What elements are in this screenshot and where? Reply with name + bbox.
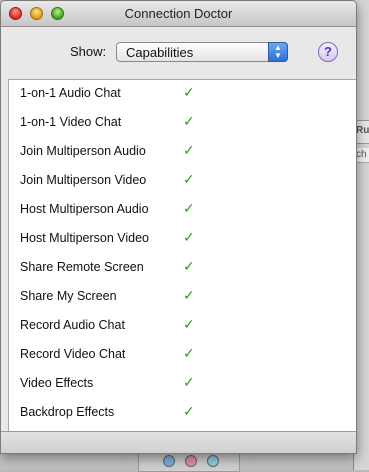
capability-label: 1-on-1 Audio Chat	[20, 86, 121, 100]
capability-label: Record Video Chat	[20, 347, 126, 361]
list-item: Video Effects ✓	[9, 370, 356, 399]
capability-label: Record Audio Chat	[20, 318, 125, 332]
capability-label: Join Multiperson Video	[20, 173, 147, 187]
buddy-face-icon	[207, 455, 219, 467]
checkmark-icon: ✓	[183, 374, 195, 390]
connection-doctor-window: Connection Doctor Show: Capabilities ▲ ▼ …	[0, 0, 357, 454]
show-popup-value: Capabilities	[126, 45, 194, 60]
list-item: Host Multiperson Audio ✓	[9, 196, 356, 225]
list-item: Record Video Chat ✓	[9, 341, 356, 370]
capability-label: Host Multiperson Video	[20, 231, 150, 245]
show-popup-button[interactable]: Capabilities ▲ ▼	[116, 42, 288, 62]
capability-label: 1-on-1 Video Chat	[20, 115, 122, 129]
title-bar[interactable]: Connection Doctor	[1, 1, 356, 27]
toolbar: Show: Capabilities ▲ ▼ ?	[1, 27, 356, 79]
capability-label: Share Remote Screen	[20, 260, 144, 274]
background-label: Ru	[356, 125, 369, 136]
list-item: Record Audio Chat ✓	[9, 312, 356, 341]
checkmark-icon: ✓	[183, 171, 195, 187]
list-item: Share Remote Screen ✓	[9, 254, 356, 283]
checkmark-icon: ✓	[183, 345, 195, 361]
checkmark-icon: ✓	[183, 142, 195, 158]
checkmark-icon: ✓	[183, 113, 195, 129]
list-item: Join Multiperson Video ✓	[9, 167, 356, 196]
checkmark-icon: ✓	[183, 258, 195, 274]
window-title: Connection Doctor	[124, 6, 233, 21]
capability-label: Host Multiperson Audio	[20, 202, 149, 216]
capability-label: Backdrop Effects	[20, 405, 115, 419]
capability-label: Join Multiperson Audio	[20, 144, 146, 158]
capability-label: Video Effects	[20, 376, 94, 390]
list-item: Host Multiperson Video ✓	[9, 225, 356, 254]
checkmark-icon: ✓	[183, 229, 195, 245]
checkmark-icon: ✓	[183, 200, 195, 216]
list-item: Join Multiperson Audio ✓	[9, 138, 356, 167]
list-item: Share My Screen ✓	[9, 283, 356, 312]
show-label: Show:	[70, 44, 107, 59]
checkmark-icon: ✓	[183, 403, 195, 419]
checkmark-icon: ✓	[183, 84, 195, 100]
checkmark-icon: ✓	[183, 287, 195, 303]
buddy-face-icon	[163, 455, 175, 467]
help-button[interactable]: ?	[318, 42, 338, 62]
capabilities-list: 1-on-1 Audio Chat ✓ 1-on-1 Video Chat ✓ …	[8, 79, 356, 432]
background-search-label: ch ▾	[356, 149, 369, 160]
buddy-face-icon	[185, 455, 197, 467]
capability-label: Share My Screen	[20, 289, 117, 303]
list-item: Backdrop Effects ✓	[9, 399, 356, 428]
list-item: 1-on-1 Audio Chat ✓	[9, 80, 356, 109]
list-item: 1-on-1 Video Chat ✓	[9, 109, 356, 138]
status-bar	[1, 431, 356, 453]
popup-arrows-icon: ▲ ▼	[268, 42, 288, 62]
checkmark-icon: ✓	[183, 316, 195, 332]
